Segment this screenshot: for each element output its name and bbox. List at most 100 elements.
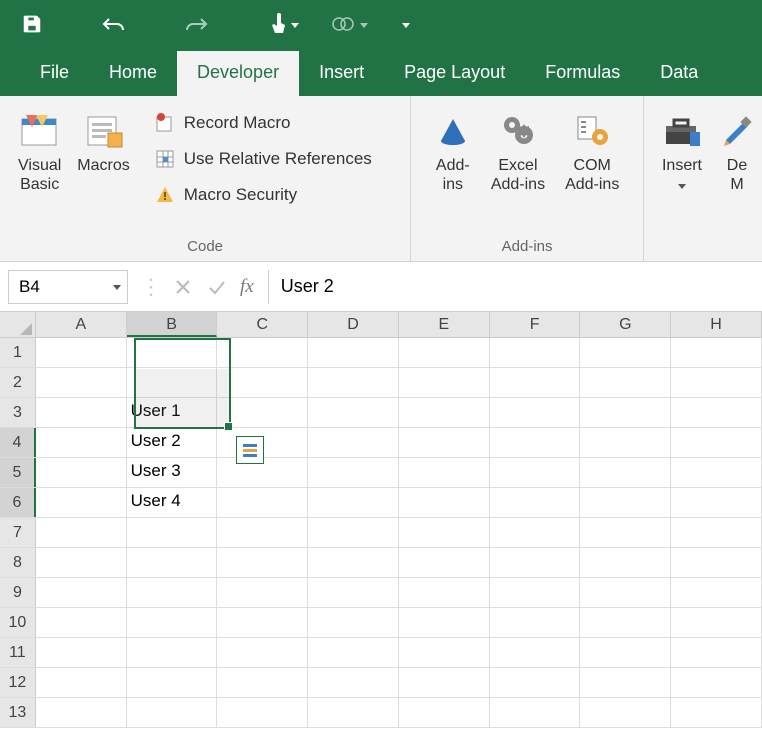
save-icon[interactable] [18,10,46,38]
tab-page-layout[interactable]: Page Layout [384,51,525,96]
cell[interactable] [217,698,308,727]
cell[interactable] [671,638,762,667]
tab-insert[interactable]: Insert [299,51,384,96]
cell[interactable] [308,338,399,367]
cell[interactable] [580,698,671,727]
row-header[interactable]: 4 [0,428,36,457]
cell[interactable] [36,698,127,727]
row-header[interactable]: 7 [0,518,36,547]
autofill-options-button[interactable] [236,436,264,464]
tab-home[interactable]: Home [89,51,177,96]
record-macro-button[interactable]: Record Macro [148,108,378,138]
cell[interactable] [580,668,671,697]
cell[interactable] [399,518,490,547]
cell[interactable] [399,368,490,397]
cell[interactable] [399,578,490,607]
redo-icon[interactable] [182,10,210,38]
enter-button[interactable] [200,270,234,304]
cell[interactable] [217,578,308,607]
cell[interactable] [580,488,671,517]
cell[interactable] [127,638,218,667]
insert-control-button[interactable]: Insert [654,104,710,196]
cell[interactable] [580,458,671,487]
cell[interactable] [671,428,762,457]
cell[interactable] [671,698,762,727]
cell[interactable] [671,368,762,397]
cell[interactable] [217,488,308,517]
formula-input[interactable]: User 2 [268,270,762,304]
tab-developer[interactable]: Developer [177,51,299,96]
row-header[interactable]: 5 [0,458,36,487]
design-mode-button[interactable]: De M [714,104,752,196]
cell[interactable] [490,488,581,517]
cell[interactable] [671,608,762,637]
cell[interactable] [490,608,581,637]
cell[interactable] [217,608,308,637]
cell[interactable] [580,548,671,577]
undo-icon[interactable] [100,10,128,38]
addins-button[interactable]: Add- ins [427,104,479,196]
cell[interactable] [127,338,218,367]
spreadsheet-grid[interactable]: ABCDEFGH 123User 14User 25User 36User 47… [0,312,762,728]
cell[interactable] [217,398,308,427]
cell[interactable] [399,668,490,697]
cell[interactable] [671,458,762,487]
row-header[interactable]: 2 [0,368,36,397]
cell[interactable] [36,338,127,367]
cell[interactable] [580,398,671,427]
cell[interactable] [217,368,308,397]
row-header[interactable]: 10 [0,608,36,637]
cell[interactable] [127,608,218,637]
cell[interactable] [490,638,581,667]
name-box[interactable]: B4 [8,270,128,304]
select-all-corner[interactable] [0,312,36,337]
cell[interactable] [490,548,581,577]
cell[interactable] [671,668,762,697]
cell[interactable] [671,578,762,607]
cell[interactable] [127,668,218,697]
cell[interactable]: User 1 [127,398,218,427]
cell[interactable] [36,488,127,517]
cell[interactable] [308,458,399,487]
cell[interactable] [308,668,399,697]
cell[interactable] [308,578,399,607]
row-header[interactable]: 6 [0,488,36,517]
cell[interactable] [671,548,762,577]
column-header[interactable]: H [671,312,762,337]
cell[interactable] [308,638,399,667]
cell[interactable] [127,698,218,727]
cell[interactable] [671,398,762,427]
com-addins-button[interactable]: COM Add-ins [557,104,627,196]
column-header[interactable]: D [308,312,399,337]
cell[interactable] [399,638,490,667]
row-header[interactable]: 3 [0,398,36,427]
row-header[interactable]: 1 [0,338,36,367]
cell[interactable] [36,578,127,607]
cell[interactable] [671,488,762,517]
cell[interactable] [217,668,308,697]
cell[interactable] [490,578,581,607]
cell[interactable] [36,548,127,577]
cell[interactable] [36,518,127,547]
cell[interactable] [308,488,399,517]
column-header[interactable]: C [217,312,308,337]
cell[interactable] [36,608,127,637]
cell[interactable] [399,428,490,457]
cell[interactable] [580,608,671,637]
row-header[interactable]: 13 [0,698,36,727]
cell[interactable] [308,398,399,427]
cell[interactable] [127,548,218,577]
excel-addins-button[interactable]: Excel Add-ins [483,104,553,196]
cell[interactable] [36,398,127,427]
fx-icon[interactable]: fx [234,276,268,298]
cell[interactable] [127,518,218,547]
cell[interactable] [308,608,399,637]
macro-security-button[interactable]: Macro Security [148,180,378,210]
cell[interactable] [217,638,308,667]
cell[interactable] [399,488,490,517]
column-header[interactable]: A [36,312,127,337]
cell[interactable] [490,698,581,727]
cell[interactable] [399,338,490,367]
cell[interactable] [36,428,127,457]
column-header[interactable]: G [580,312,671,337]
